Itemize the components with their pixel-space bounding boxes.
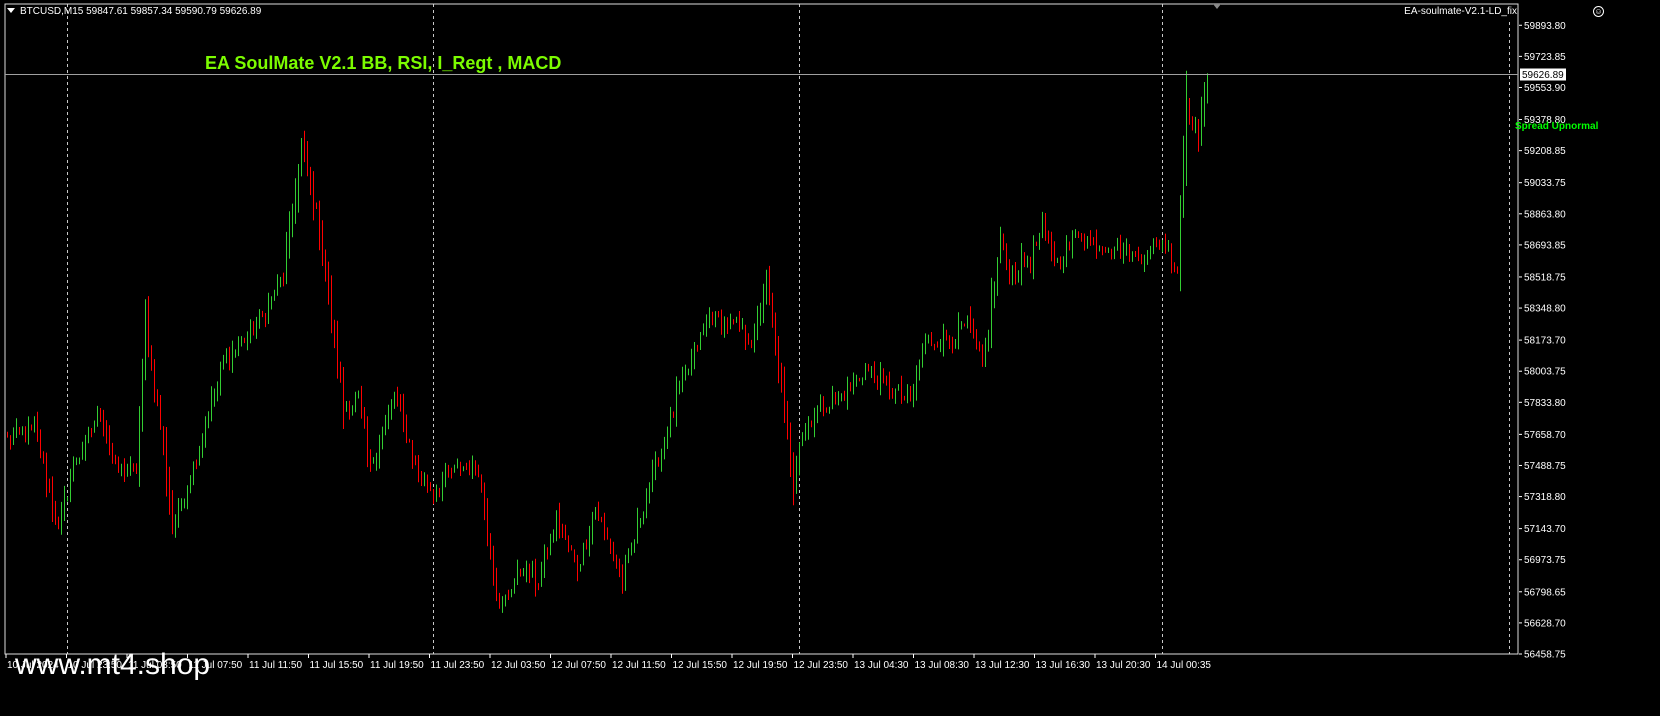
expert-advisor-label[interactable]: EA-soulmate-V2.1-LD_fix xyxy=(1404,6,1517,17)
x-tick-label: 12 Jul 07:50 xyxy=(552,660,607,671)
y-tick-label: 59033.75 xyxy=(1524,178,1566,189)
plot-frame xyxy=(4,3,1519,655)
ea-title: EA SoulMate V2.1 BB, RSI, I_Regt , MACD xyxy=(205,53,562,73)
y-tick-label: 56628.70 xyxy=(1524,618,1566,629)
triangle-down-icon[interactable] xyxy=(7,8,15,13)
x-tick-label: 12 Jul 15:50 xyxy=(673,660,728,671)
axes: 59893.8059723.8559553.9059378.8059208.85… xyxy=(4,3,1566,671)
y-tick-label: 56973.75 xyxy=(1524,555,1566,566)
y-tick-label: 56458.75 xyxy=(1524,650,1566,661)
smiley-icon[interactable]: ☺ xyxy=(1593,6,1604,17)
y-tick-label: 59553.90 xyxy=(1524,83,1566,94)
candles xyxy=(7,70,1208,613)
x-tick-label: 13 Jul 04:30 xyxy=(854,660,909,671)
period-separators xyxy=(67,4,1510,654)
y-tick-label: 58003.75 xyxy=(1524,367,1566,378)
y-tick-label: 57658.70 xyxy=(1524,430,1566,441)
chart-window[interactable]: 59893.80 59723.85 59553.90 59378.80 59208.85… xyxy=(0,0,1660,716)
x-tick-label: 14 Jul 00:35 xyxy=(1157,660,1212,671)
x-tick-label: 13 Jul 08:30 xyxy=(915,660,970,671)
x-tick-label: 13 Jul 16:30 xyxy=(1036,660,1091,671)
y-tick-label: 58173.70 xyxy=(1524,336,1566,347)
watermark: www.mt4.shop xyxy=(15,648,211,681)
x-tick-label: 12 Jul 19:50 xyxy=(733,660,788,671)
y-tick-label: 56798.65 xyxy=(1524,587,1566,598)
y-tick-label: 57143.70 xyxy=(1524,524,1566,535)
x-tick-label: 12 Jul 03:50 xyxy=(491,660,546,671)
price-chart[interactable]: 59893.8059723.8559553.9059378.8059208.85… xyxy=(0,0,1660,716)
current-price-label: 59626.89 xyxy=(1522,70,1564,81)
x-tick-label: 12 Jul 11:50 xyxy=(612,660,666,671)
x-tick-label: 11 Jul 11:50 xyxy=(249,660,302,671)
x-tick-label: 13 Jul 12:30 xyxy=(975,660,1030,671)
chart-shift-marker[interactable] xyxy=(1213,4,1221,9)
y-tick-label: 58863.80 xyxy=(1524,209,1566,220)
x-tick-label: 12 Jul 23:50 xyxy=(794,660,849,671)
spread-status: Spread Upnormal xyxy=(1515,121,1599,132)
x-tick-label: 11 Jul 23:50 xyxy=(431,660,485,671)
y-tick-label: 57488.75 xyxy=(1524,461,1566,472)
y-tick-label: 59208.85 xyxy=(1524,146,1566,157)
y-tick-label: 59893.80 xyxy=(1524,21,1566,32)
y-tick-label: 57318.80 xyxy=(1524,492,1566,503)
y-tick-label: 58518.75 xyxy=(1524,272,1566,283)
y-tick-label: 58693.85 xyxy=(1524,240,1566,251)
x-tick-label: 11 Jul 19:50 xyxy=(370,660,424,671)
y-tick-label: 59723.85 xyxy=(1524,52,1566,63)
y-tick-label: 58348.80 xyxy=(1524,304,1566,315)
x-tick-label: 11 Jul 15:50 xyxy=(310,660,364,671)
y-tick-label: 57833.80 xyxy=(1524,398,1566,409)
x-tick-label: 13 Jul 20:30 xyxy=(1096,660,1151,671)
symbol-info: BTCUSD,M15 59847.61 59857.34 59590.79 59… xyxy=(20,6,262,17)
